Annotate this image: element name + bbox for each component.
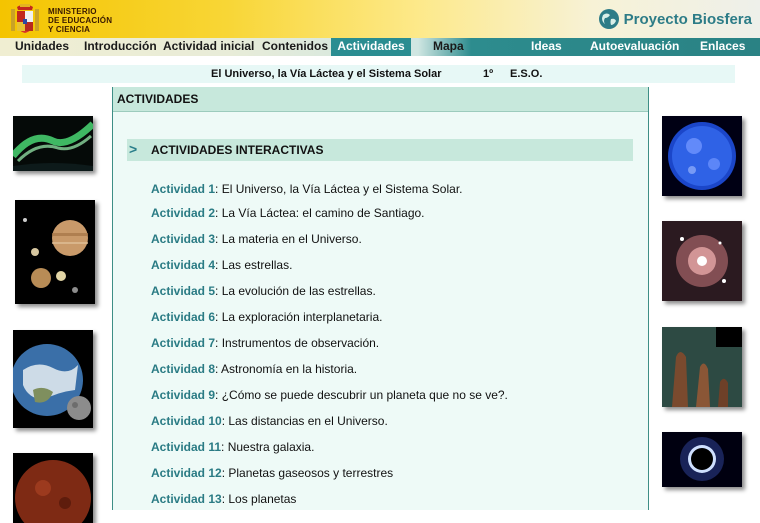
ministry-line-3: Y CIENCIA [48,25,91,34]
activity-title: Nuestra galaxia. [227,440,315,454]
activity-number[interactable]: Actividad 10 [151,414,222,428]
activities-panel: ACTIVIDADES > ACTIVIDADES INTERACTIVAS A… [112,87,649,510]
nav-unidades[interactable]: Unidades [15,38,69,56]
brand-name: Proyecto Biosfera [623,10,752,28]
red-moon-image [13,453,93,523]
activity-link-8[interactable]: Actividad 8: Astronomía en la historia. [151,360,357,378]
activity-title: La Vía Láctea: el camino de Santiago. [221,206,425,220]
activity-title: Astronomía en la historia. [221,362,358,376]
ministry-line-1: MINISTERIO [48,7,97,16]
activity-title: Planetas gaseosos y terrestres [228,466,394,480]
activity-link-11[interactable]: Actividad 11: Nuestra galaxia. [151,438,314,456]
chevron-right-icon: > [129,141,138,157]
globe-icon [598,9,619,29]
aurora-image [13,116,93,171]
section-header: ACTIVIDADES [113,87,648,112]
nav-contenidos[interactable]: Contenidos [262,38,328,56]
solar-eclipse-image [662,432,742,487]
solar-system-image [15,200,95,304]
right-image-column [649,87,760,510]
nav-introduccion[interactable]: Introducción [84,38,157,56]
activity-link-2[interactable]: Actividad 2: La Vía Láctea: el camino de… [151,204,425,222]
activity-title: La exploración interplanetaria. [221,310,383,324]
activity-title: Los planetas [228,492,297,506]
course-number: 1º [483,68,494,80]
activity-title: La materia en el Universo. [221,232,362,246]
activity-title: Instrumentos de observación. [221,336,380,350]
ministry-line-2: DE EDUCACIÓN [48,16,113,25]
nav-enlaces[interactable]: Enlaces [700,38,745,56]
activity-link-6[interactable]: Actividad 6: La exploración interplaneta… [151,308,382,326]
activity-number[interactable]: Actividad 12 [151,466,222,480]
activity-number[interactable]: Actividad 3 [151,232,215,246]
section-title: ACTIVIDADES [117,92,199,106]
main-nav: Unidades Introducción Actividad inicial … [0,38,760,56]
spain-coat-of-arms-logo [11,4,39,33]
activity-number[interactable]: Actividad 13 [151,492,222,506]
activity-link-4[interactable]: Actividad 4: Las estrellas. [151,256,292,274]
site-header: MINISTERIO DE EDUCACIÓN Y CIENCIA Proyec… [0,0,760,38]
course-level: E.S.O. [510,68,543,80]
star-cluster-image [662,221,742,301]
activity-number[interactable]: Actividad 9 [151,388,215,402]
activity-link-10[interactable]: Actividad 10: Las distancias en el Unive… [151,412,388,430]
activity-title: ¿Cómo se puede descubrir un planeta que … [221,388,508,402]
activity-link-1[interactable]: Actividad 1: El Universo, la Vía Láctea … [151,180,462,198]
activity-number[interactable]: Actividad 5 [151,284,215,298]
unit-title-bar: El Universo, la Vía Láctea y el Sistema … [22,65,735,83]
activity-number[interactable]: Actividad 2 [151,206,215,220]
activity-number[interactable]: Actividad 1 [151,182,215,196]
nav-mapa[interactable]: Mapa [433,38,464,56]
activity-title: Las estrellas. [221,258,293,272]
pillars-of-creation-image [662,327,742,407]
activity-title: Las distancias en el Universo. [228,414,388,428]
nav-ideas[interactable]: Ideas [531,38,562,56]
subsection-title: ACTIVIDADES INTERACTIVAS [151,143,324,157]
activity-number[interactable]: Actividad 4 [151,258,215,272]
activity-link-12[interactable]: Actividad 12: Planetas gaseosos y terres… [151,464,393,482]
sun-image [662,116,742,196]
earth-moon-image [13,330,93,428]
nav-actividad-inicial[interactable]: Actividad inicial [163,38,254,56]
nav-autoevaluacion[interactable]: Autoevaluación [590,38,679,56]
activity-title: El Universo, la Vía Láctea y el Sistema … [221,182,463,196]
activity-link-13[interactable]: Actividad 13: Los planetas [151,490,296,508]
activity-number[interactable]: Actividad 6 [151,310,215,324]
activity-link-5[interactable]: Actividad 5: La evolución de las estrell… [151,282,376,300]
activity-link-3[interactable]: Actividad 3: La materia en el Universo. [151,230,362,248]
ministry-name: MINISTERIO DE EDUCACIÓN Y CIENCIA [48,7,112,34]
subsection-header: > ACTIVIDADES INTERACTIVAS [127,139,633,161]
brand-logo[interactable]: Proyecto Biosfera [598,8,752,30]
activity-number[interactable]: Actividad 11 [151,440,221,454]
activity-number[interactable]: Actividad 8 [151,362,215,376]
activity-number[interactable]: Actividad 7 [151,336,215,350]
nav-actividades[interactable]: Actividades [331,38,411,56]
activity-link-7[interactable]: Actividad 7: Instrumentos de observación… [151,334,379,352]
activity-link-9[interactable]: Actividad 9: ¿Cómo se puede descubrir un… [151,386,508,404]
activity-title: La evolución de las estrellas. [221,284,376,298]
left-image-column [0,87,112,523]
unit-title: El Universo, la Vía Láctea y el Sistema … [211,68,442,80]
